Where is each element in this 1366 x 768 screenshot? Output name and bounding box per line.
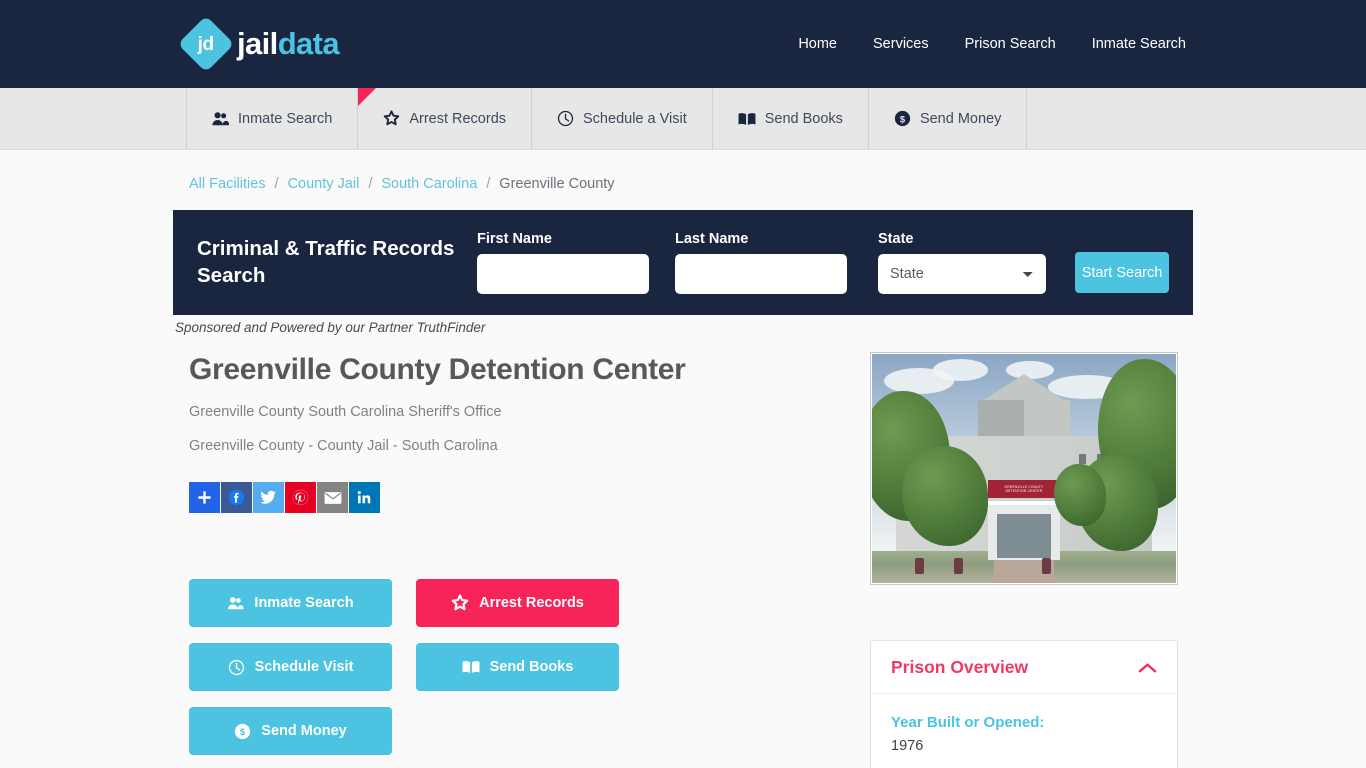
tab-inmate-search[interactable]: Inmate Search (186, 88, 359, 149)
action-send-books[interactable]: Send Books (416, 643, 619, 692)
tab-label: Send Money (919, 110, 1002, 127)
service-tabbar: Inmate Search Arrest Records Schedule a … (0, 88, 1366, 150)
breadcrumb-separator: / (368, 176, 373, 192)
search-panel-title: Criminal & Traffic Records Search (197, 237, 455, 287)
breadcrumb-current: Greenville County (499, 176, 615, 192)
nav-item-prison-search[interactable]: Prison Search (965, 36, 1056, 52)
share-icon[interactable] (189, 482, 220, 514)
dollar-coin-icon: $ (894, 110, 911, 127)
logo-mark-text: jd (198, 33, 214, 55)
first-name-field-group: First Name (477, 231, 649, 294)
logo-wordmark: jaildata (237, 26, 340, 62)
prison-overview-heading: Prison Overview (891, 657, 1029, 677)
svg-text:$: $ (900, 114, 906, 124)
action-label: Send Money (261, 723, 347, 740)
users-icon (227, 596, 244, 610)
tab-schedule-a-visit[interactable]: Schedule a Visit (532, 88, 713, 149)
nav-item-home[interactable]: Home (798, 36, 837, 52)
chevron-up-icon[interactable] (1138, 662, 1157, 674)
facility-agency: Greenville County South Carolina Sheriff… (189, 404, 502, 421)
logo-diamond-icon: jd (177, 15, 235, 73)
logo-word-jail: jail (237, 26, 278, 61)
content-wrapper: All Facilities / County Jail / South Car… (173, 150, 1193, 768)
photo-entrance-glass (996, 514, 1052, 558)
nav-item-inmate-search[interactable]: Inmate Search (1092, 36, 1186, 52)
tab-label: Schedule a Visit (583, 110, 687, 127)
breadcrumb-separator: / (274, 176, 279, 192)
sponsor-note: Sponsored and Powered by our Partner Tru… (175, 320, 486, 335)
clock-icon (228, 659, 245, 676)
dollar-coin-icon: $ (234, 723, 251, 740)
facility-action-buttons: Inmate Search Arrest Records Schedule Vi… (189, 579, 844, 756)
action-send-money[interactable]: $ Send Money (189, 707, 392, 756)
breadcrumb-all-facilities[interactable]: All Facilities (189, 176, 266, 192)
action-inmate-search[interactable]: Inmate Search (189, 579, 392, 628)
action-label: Send Books (489, 659, 574, 676)
breadcrumb: All Facilities / County Jail / South Car… (173, 150, 1193, 192)
photo-sign-line2: DETENTION CENTER (1005, 489, 1043, 494)
site-logo[interactable]: jd jaildata (177, 15, 340, 73)
clock-icon (557, 110, 574, 127)
linkedin-icon[interactable] (349, 482, 380, 514)
tab-label: Inmate Search (238, 110, 333, 127)
breadcrumb-separator: / (486, 176, 491, 192)
nav-item-services[interactable]: Services (873, 36, 929, 52)
last-name-input[interactable] (675, 254, 847, 294)
state-select[interactable]: State (878, 254, 1046, 294)
action-schedule-visit[interactable]: Schedule Visit (189, 643, 392, 692)
facility-location: Greenville County - County Jail - South … (189, 438, 498, 455)
tab-arrest-records[interactable]: Arrest Records (358, 88, 533, 149)
tab-highlight-flag (358, 88, 377, 106)
page-title: Greenville County Detention Center (189, 353, 686, 386)
overview-value-year-built: 1976 (891, 738, 924, 754)
first-name-label: First Name (477, 231, 552, 247)
tab-send-books[interactable]: Send Books (713, 88, 869, 149)
tab-send-money[interactable]: $ Send Money (869, 88, 1028, 149)
last-name-label: Last Name (675, 231, 749, 247)
tab-label: Send Books (764, 110, 843, 127)
prison-overview-panel: Prison Overview Year Built or Opened: 19… (870, 640, 1178, 768)
breadcrumb-south-carolina[interactable]: South Carolina (381, 176, 477, 192)
tab-label: Arrest Records (409, 110, 507, 127)
twitter-icon[interactable] (253, 482, 284, 514)
action-label: Arrest Records (479, 595, 584, 612)
left-column: Greenville County Detention Center Green… (173, 352, 870, 768)
svg-text:$: $ (240, 727, 246, 737)
pinterest-icon[interactable] (285, 482, 316, 514)
main-columns: Greenville County Detention Center Green… (173, 335, 1193, 768)
site-header: jd jaildata Home Services Prison Search … (0, 0, 1366, 88)
main-navigation: Home Services Prison Search Inmate Searc… (798, 36, 1186, 52)
facility-photo: GREENVILLE COUNTY DETENTION CENTER (870, 352, 1178, 585)
star-badge-icon (451, 594, 469, 612)
social-share-bar (189, 482, 870, 514)
star-badge-icon (383, 110, 400, 127)
action-label: Schedule Visit (254, 659, 354, 676)
criminal-records-search-panel: Criminal & Traffic Records Search First … (173, 210, 1193, 315)
book-icon (738, 112, 756, 126)
users-icon (212, 111, 229, 126)
overview-label-year-built: Year Built or Opened: (891, 714, 1045, 731)
prison-overview-header[interactable]: Prison Overview (871, 641, 1177, 694)
last-name-field-group: Last Name (675, 231, 847, 294)
email-icon[interactable] (317, 482, 348, 514)
state-label: State (878, 231, 914, 247)
breadcrumb-county-jail[interactable]: County Jail (288, 176, 360, 192)
action-arrest-records[interactable]: Arrest Records (416, 579, 619, 628)
book-icon (462, 660, 480, 674)
facility-photo-image: GREENVILLE COUNTY DETENTION CENTER (872, 354, 1176, 583)
action-label: Inmate Search (254, 595, 354, 612)
first-name-input[interactable] (477, 254, 649, 294)
state-field-group: State State (878, 231, 1046, 294)
start-search-button[interactable]: Start Search (1075, 252, 1169, 293)
right-column: GREENVILLE COUNTY DETENTION CENTER Priso… (870, 352, 1178, 768)
photo-building-sign: GREENVILLE COUNTY DETENTION CENTER (987, 479, 1061, 499)
prison-overview-body: Year Built or Opened: 1976 Warden or Sup… (871, 694, 1177, 768)
logo-word-data: data (277, 26, 340, 61)
facebook-icon[interactable] (221, 482, 252, 514)
